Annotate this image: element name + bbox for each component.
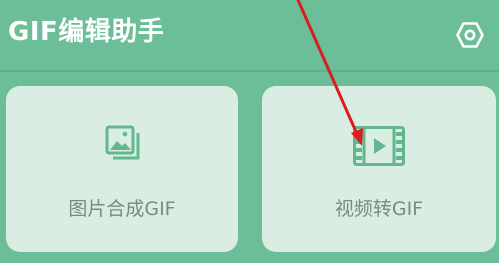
video-to-gif-card[interactable]: 视频转GIF <box>262 86 496 252</box>
app-title: GIF编辑助手 <box>8 17 165 47</box>
settings-button[interactable] <box>452 17 488 53</box>
video-to-gif-label: 视频转GIF <box>334 198 424 220</box>
settings-icon <box>456 22 484 48</box>
image-to-gif-label: 图片合成GIF <box>68 198 176 220</box>
image-to-gif-card[interactable]: 图片合成GIF <box>6 86 238 252</box>
header-divider <box>0 70 499 72</box>
image-stack-icon <box>105 125 140 160</box>
app-header: GIF编辑助手 <box>0 0 499 70</box>
video-film-icon <box>353 126 405 166</box>
